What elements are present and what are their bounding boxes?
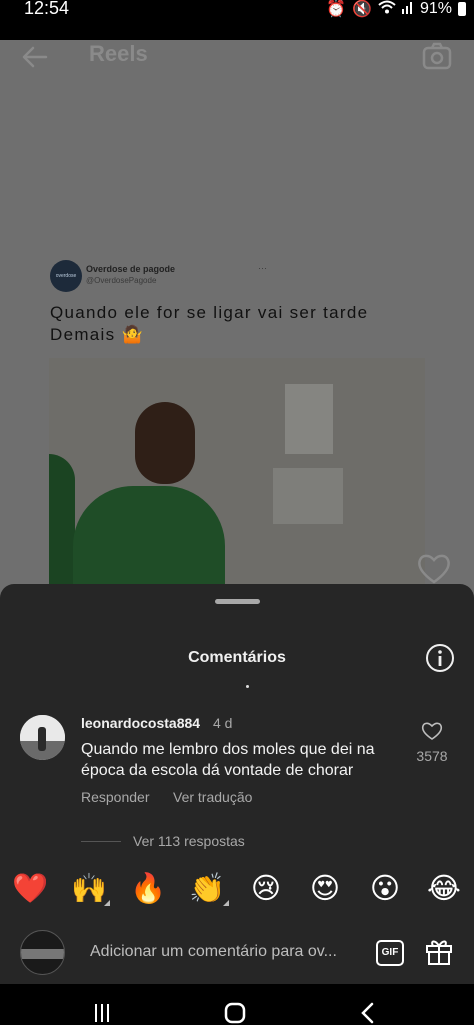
- avatar-band: [21, 949, 64, 959]
- comments-title: Comentários: [188, 649, 286, 666]
- comment-username[interactable]: leonardocosta884: [81, 715, 200, 731]
- skin-tone-indicator: [104, 900, 110, 906]
- gift-icon[interactable]: [424, 936, 454, 966]
- tweet-text: Quando ele for se ligar vai ser tarde De…: [50, 303, 369, 344]
- signal-icon: [401, 0, 414, 19]
- divider-dot: [246, 685, 249, 688]
- emoji-reaction-row: ❤️ 🙌 🔥 👏 😢 😍 😮 😂: [0, 870, 474, 910]
- photo-paper-top: [285, 384, 333, 454]
- photo-person-head: [135, 402, 195, 484]
- tweet-more-icon: ···: [258, 263, 267, 273]
- view-replies-button[interactable]: Ver 113 respostas: [133, 833, 245, 849]
- screen: 12:54 ⏰ 🔇 91% Reels overdose Overdose de…: [0, 0, 474, 1025]
- back-arrow-icon[interactable]: [20, 42, 50, 72]
- comments-sheet: Comentários leonardocosta884 4 d Quando …: [0, 584, 474, 984]
- battery-icon: [458, 2, 466, 16]
- skin-tone-indicator: [223, 900, 229, 906]
- comment-like-icon[interactable]: [421, 721, 443, 741]
- comment-time: 4 d: [213, 715, 233, 731]
- wifi-icon: [378, 0, 396, 19]
- status-icons: ⏰ 🔇 91%: [326, 0, 466, 19]
- emoji-raising-hands[interactable]: 🙌: [70, 870, 108, 908]
- back-icon[interactable]: [356, 1001, 380, 1025]
- emoji-surprised-face[interactable]: 😮: [366, 870, 404, 908]
- tweet-author-handle: @OverdosePagode: [86, 276, 157, 285]
- reel-header: Reels: [0, 40, 474, 80]
- composer-avatar: [20, 930, 65, 975]
- system-nav-bar: [0, 984, 474, 1025]
- alarm-icon: ⏰: [326, 1, 347, 18]
- comment-avatar[interactable]: [20, 715, 65, 760]
- emoji-red-heart[interactable]: ❤️: [11, 870, 49, 908]
- reels-title: Reels: [89, 41, 148, 66]
- camera-icon[interactable]: [422, 42, 452, 70]
- comment-like-count: 3578: [416, 748, 448, 764]
- comment-input[interactable]: Adicionar um comentário para ov...: [90, 943, 337, 961]
- emoji-crying-face[interactable]: 😢: [247, 870, 285, 908]
- comment-text: Quando me lembro dos moles que dei na ép…: [81, 741, 375, 779]
- reel-video[interactable]: Reels overdose Overdose de pagode @Overd…: [0, 40, 474, 600]
- gif-button[interactable]: GIF: [376, 940, 404, 966]
- emoji-clapping-hands[interactable]: 👏: [188, 870, 226, 908]
- photo-person-left: [49, 454, 75, 584]
- mute-icon: 🔇: [352, 1, 372, 18]
- battery-percent: 91%: [419, 0, 452, 17]
- emoji-heart-eyes[interactable]: 😍: [306, 870, 344, 908]
- avatar-figure: [38, 727, 46, 751]
- home-icon[interactable]: [223, 1001, 247, 1025]
- recent-apps-icon[interactable]: [90, 1001, 114, 1025]
- tweet-card: overdose Overdose de pagode @OverdosePag…: [42, 250, 432, 600]
- photo-paper-bottom: [273, 468, 343, 524]
- tweet-avatar: overdose: [50, 260, 82, 292]
- info-icon[interactable]: [425, 643, 455, 673]
- emoji-tears-of-joy[interactable]: 😂: [425, 870, 463, 908]
- sheet-drag-handle[interactable]: [215, 599, 260, 604]
- photo-person-shirt: [73, 486, 225, 584]
- like-reel-icon[interactable]: [416, 551, 452, 585]
- translate-button[interactable]: Ver tradução: [173, 789, 252, 805]
- emoji-fire[interactable]: 🔥: [129, 870, 167, 908]
- tweet-author-name: Overdose de pagode: [86, 264, 176, 274]
- reply-button[interactable]: Responder: [81, 789, 150, 805]
- replies-line: [81, 841, 121, 842]
- status-bar: 12:54 ⏰ 🔇 91%: [0, 0, 474, 40]
- status-time: 12:54: [24, 0, 70, 18]
- tweet-photo: [49, 358, 425, 584]
